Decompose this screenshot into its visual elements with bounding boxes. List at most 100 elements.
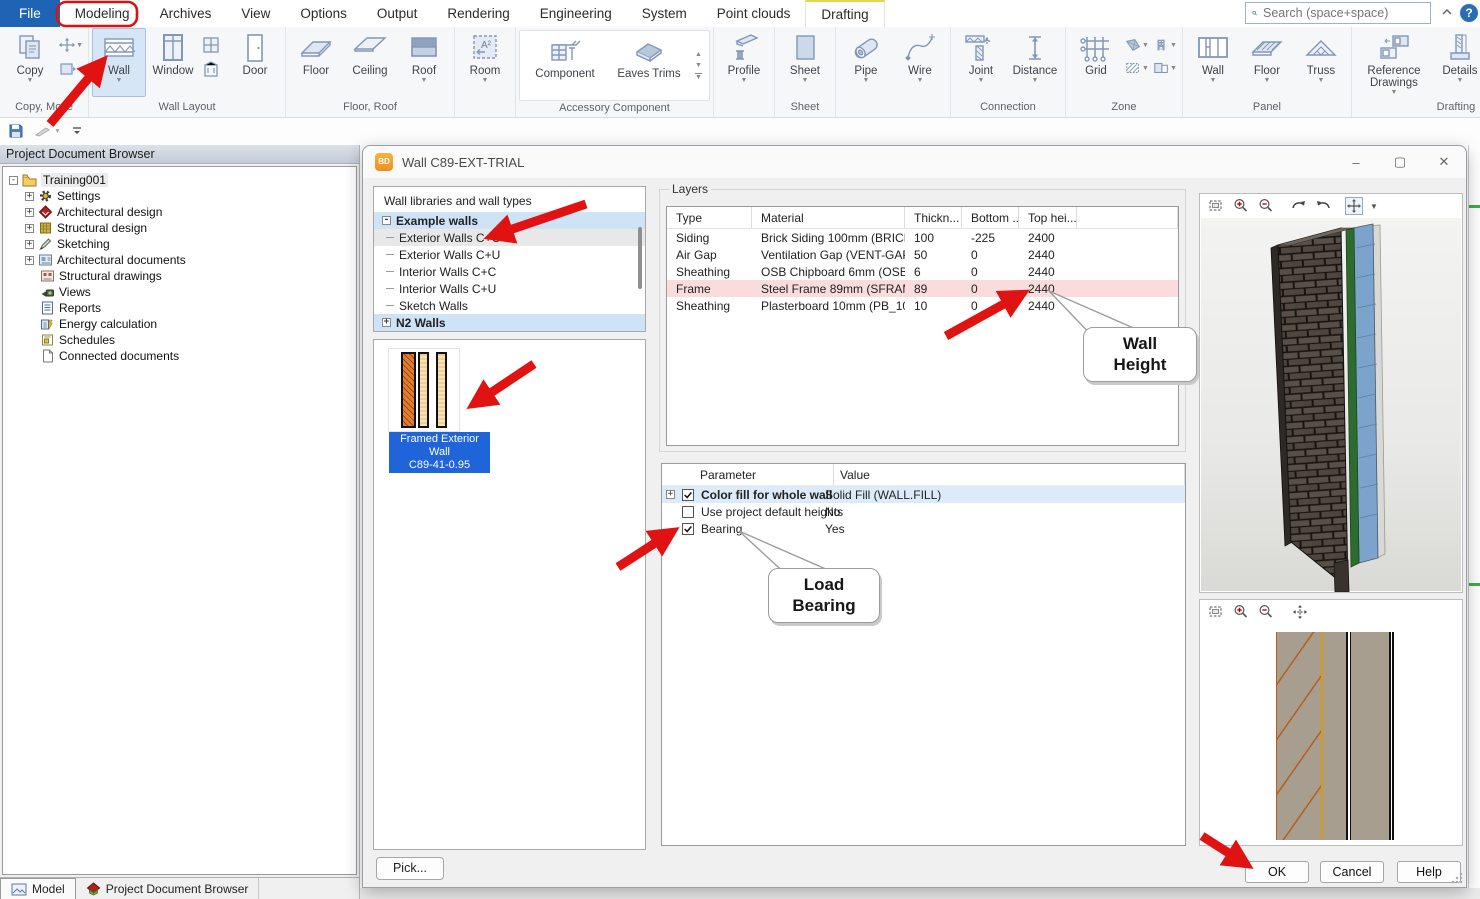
wall-group-n2-walls[interactable]: +N2 Walls [374, 314, 645, 331]
floor-button[interactable]: Floor [289, 28, 343, 97]
tab-archives[interactable]: Archives [145, 0, 227, 27]
eaves-trims-button[interactable]: Eaves Trims [606, 31, 692, 100]
param-row-bearing[interactable]: Bearing Yes [662, 520, 1185, 537]
truss-button[interactable]: Truss▼ [1294, 28, 1348, 97]
search-box[interactable] [1245, 2, 1431, 24]
grid-button[interactable]: Grid [1069, 28, 1123, 97]
wall-list-scrollbar[interactable] [638, 227, 642, 289]
layer-row-sheathing-osb[interactable]: SheathingOSB Chipboard 6mm (OSB_6)602440 [667, 263, 1178, 280]
tab-modeling[interactable]: Modeling [60, 0, 145, 27]
tab-options[interactable]: Options [285, 0, 362, 27]
tree-item-views[interactable]: Views [3, 284, 356, 300]
resize-grip[interactable] [1451, 872, 1463, 884]
tree-item-settings[interactable]: + Settings [3, 188, 356, 204]
wall-thumbnail-label[interactable]: Framed Exterior WallC89-41-0.95 [389, 432, 490, 473]
zone-building-button[interactable]: ▼ [1153, 36, 1177, 54]
preview-2d-canvas[interactable] [1201, 624, 1461, 844]
collapse-ribbon-icon[interactable] [1440, 6, 1456, 20]
joint-button[interactable]: Joint▼ [954, 28, 1008, 97]
tab-engineering[interactable]: Engineering [525, 0, 627, 27]
collapse-expander-icon[interactable]: - [382, 216, 391, 225]
expand-icon[interactable]: + [25, 224, 34, 233]
pick-button[interactable]: Pick... [376, 857, 444, 880]
details-button[interactable]: Details▼ [1433, 28, 1480, 97]
tab-view[interactable]: View [226, 0, 285, 27]
wall-type-exterior-cc[interactable]: Exterior Walls C+C [374, 229, 645, 246]
roof-button[interactable]: Roof▼ [397, 28, 451, 97]
param-row-default-heights[interactable]: Use project default heights No [662, 503, 1185, 520]
wall-type-sketch-walls[interactable]: Sketch Walls [374, 297, 645, 314]
tree-item-architectural-design[interactable]: + Architectural design [3, 204, 356, 220]
room-button[interactable]: A² Room▼ [458, 28, 512, 97]
collapse-expander-icon[interactable]: - [9, 176, 18, 185]
tab-output[interactable]: Output [362, 0, 433, 27]
tree-item-reports[interactable]: Reports [3, 300, 356, 316]
tab-file[interactable]: File [0, 0, 60, 27]
fit-view-icon[interactable] [1206, 197, 1224, 215]
help-icon[interactable]: ? [1460, 4, 1478, 22]
wall-thumbnail[interactable] [388, 348, 460, 432]
tree-item-architectural-documents[interactable]: + Architectural documents [3, 252, 356, 268]
layer-row-frame[interactable]: FrameSteel Frame 89mm (SFRAME-...8902440 [667, 280, 1178, 297]
fit-view-icon[interactable] [1206, 603, 1224, 621]
tree-item-energy-calculation[interactable]: Energy calculation [3, 316, 356, 332]
wall-type-exterior-cu[interactable]: Exterior Walls C+U [374, 246, 645, 263]
wire-button[interactable]: Wire▼ [893, 28, 947, 97]
bearing-checkbox[interactable] [682, 523, 694, 535]
zoom-out-icon[interactable] [1256, 197, 1274, 215]
zone-polygon-button[interactable]: ▼ [1125, 36, 1149, 54]
color-fill-checkbox[interactable] [682, 489, 694, 501]
wall-button[interactable]: Wall▼ [92, 28, 146, 97]
tree-item-connected-documents[interactable]: Connected documents [3, 348, 356, 364]
pan-icon[interactable] [1345, 197, 1363, 215]
expand-icon[interactable]: + [25, 192, 34, 201]
save-icon[interactable] [8, 123, 24, 139]
cabinet-button[interactable] [202, 60, 226, 78]
wall-type-interior-cc[interactable]: Interior Walls C+C [374, 263, 645, 280]
expand-icon[interactable]: + [666, 490, 675, 499]
tree-item-structural-drawings[interactable]: Structural drawings [3, 268, 356, 284]
expand-icon[interactable]: + [25, 208, 34, 217]
sheet-button[interactable]: Sheet▼ [778, 28, 832, 97]
zoom-in-icon[interactable] [1231, 197, 1249, 215]
preview-3d-canvas[interactable] [1201, 218, 1461, 591]
panel-wall-button[interactable]: Wall▼ [1186, 28, 1240, 97]
zoom-out-icon[interactable] [1256, 603, 1274, 621]
expand-icon[interactable]: + [25, 256, 34, 265]
ok-button[interactable]: OK [1245, 861, 1309, 883]
layer-row-siding[interactable]: SidingBrick Siding 100mm (BRICK-1...100-… [667, 229, 1178, 246]
search-input[interactable] [1263, 6, 1424, 20]
tree-item-structural-design[interactable]: + Structural design [3, 220, 356, 236]
door-button[interactable]: Door [228, 28, 282, 97]
expand-icon[interactable]: + [25, 240, 34, 249]
ceiling-button[interactable]: Ceiling [343, 28, 397, 97]
window-button[interactable]: Window [146, 28, 200, 97]
tab-model[interactable]: Model [0, 878, 76, 899]
parameters-table[interactable]: Parameter Value + Color fill for whole w… [661, 463, 1186, 846]
tab-point-clouds[interactable]: Point clouds [702, 0, 806, 27]
zone-hatch-button[interactable]: ▼ [1125, 59, 1149, 77]
zoom-in-icon[interactable] [1231, 603, 1249, 621]
wall-group-example-walls[interactable]: -Example walls [374, 212, 645, 229]
rotate-left-icon[interactable] [1289, 197, 1307, 215]
layer-row-sheathing-pb[interactable]: SheathingPlasterboard 10mm (PB_10)100244… [667, 297, 1178, 314]
profile-button[interactable]: Profile▼ [717, 28, 771, 97]
tree-item-sketching[interactable]: + Sketching [3, 236, 356, 252]
paste-special-button[interactable] [59, 60, 83, 78]
panel-floor-button[interactable]: Floor▼ [1240, 28, 1294, 97]
pan-icon[interactable] [1291, 603, 1309, 621]
tree-item-schedules[interactable]: Schedules [3, 332, 356, 348]
minimize-button[interactable]: – [1346, 155, 1366, 170]
tab-system[interactable]: System [627, 0, 702, 27]
copy-button[interactable]: Copy▼ [3, 28, 57, 97]
accessory-scroll-arrows[interactable]: ▲▼▼ [692, 31, 705, 100]
pipe-button[interactable]: Pipe▼ [839, 28, 893, 97]
pan-dropdown-icon[interactable]: ▼ [1370, 204, 1378, 209]
expand-icon[interactable]: + [382, 318, 391, 327]
zone-split-button[interactable]: ▼ [1153, 59, 1177, 77]
tab-rendering[interactable]: Rendering [432, 0, 524, 27]
reference-drawings-button[interactable]: Reference Drawings▼ [1355, 28, 1433, 97]
rotate-right-icon[interactable] [1314, 197, 1332, 215]
wall-type-interior-cu[interactable]: Interior Walls C+U [374, 280, 645, 297]
move-button[interactable]: ▼ [59, 36, 83, 54]
